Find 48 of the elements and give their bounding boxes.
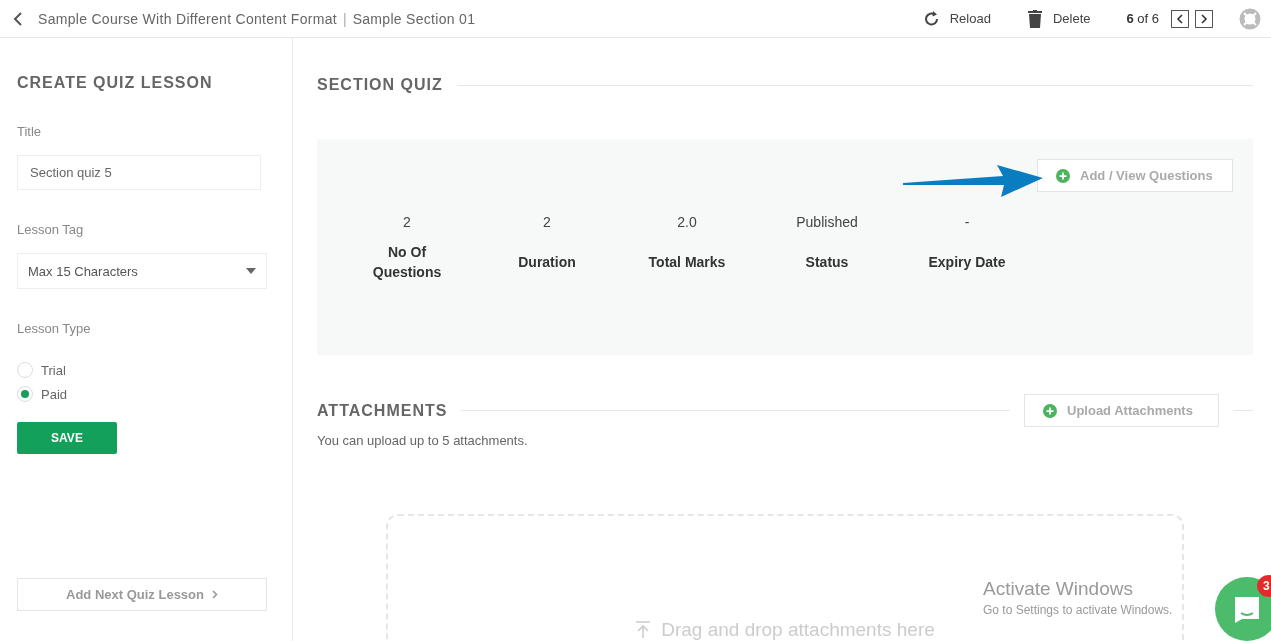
stat-label: Expiry Date bbox=[927, 253, 1007, 272]
radio-label: Paid bbox=[41, 386, 68, 402]
section-heading: ATTACHMENTS bbox=[317, 401, 448, 420]
stat-label: Total Marks bbox=[647, 253, 727, 272]
back-icon[interactable] bbox=[12, 10, 24, 27]
save-button[interactable]: SAVE bbox=[17, 422, 117, 454]
upload-icon bbox=[635, 621, 652, 639]
add-next-lesson-button[interactable]: Add Next Quiz Lesson bbox=[17, 578, 267, 611]
title-label: Title bbox=[17, 124, 42, 139]
radio-label: Trial bbox=[41, 362, 66, 378]
trash-icon bbox=[1026, 9, 1043, 28]
upload-note: You can upload up to 5 attachments. bbox=[317, 433, 529, 448]
stat-value: 2 bbox=[543, 214, 551, 232]
activation-text: Go to Settings to activate Windows. bbox=[983, 603, 1173, 617]
stat-label: No Of Questions bbox=[371, 243, 443, 282]
title-field[interactable]: Section quiz 5 bbox=[17, 155, 261, 190]
section-heading: SECTION QUIZ bbox=[317, 76, 443, 94]
stat-value: 2 bbox=[403, 214, 411, 232]
reload-icon bbox=[923, 9, 940, 28]
activation-title: Activate Windows bbox=[983, 578, 1134, 600]
section-title: Sample Section 01 bbox=[352, 10, 476, 27]
add-view-questions-button[interactable]: Add / View Questions bbox=[1037, 159, 1233, 192]
breadcrumb-separator: | bbox=[343, 10, 347, 27]
form-heading: CREATE QUIZ LESSON bbox=[17, 74, 214, 92]
previous-button[interactable] bbox=[1171, 9, 1189, 28]
next-button[interactable] bbox=[1195, 9, 1213, 28]
chevron-left-icon bbox=[1176, 13, 1184, 24]
stat-label: Status bbox=[804, 253, 850, 272]
course-title: Sample Course With Different Content Format bbox=[38, 10, 337, 27]
chevron-right-icon bbox=[1200, 13, 1208, 24]
delete-button[interactable]: Delete bbox=[1026, 9, 1091, 28]
chat-button[interactable] bbox=[1215, 577, 1271, 641]
stat-label: Duration bbox=[517, 253, 577, 272]
plus-icon bbox=[1056, 168, 1070, 183]
chevron-icon bbox=[212, 590, 218, 599]
upload-attachments-button[interactable]: Upload Attachments bbox=[1024, 394, 1219, 427]
plus-icon bbox=[1043, 403, 1057, 418]
lesson-tag-dropdown[interactable]: Max 15 Characters bbox=[17, 253, 267, 289]
stat-value: 2.0 bbox=[677, 214, 697, 232]
page-counter: 6 of 6 bbox=[1126, 11, 1159, 26]
caret-icon bbox=[246, 268, 256, 274]
notification-badge: 3 bbox=[1257, 575, 1271, 597]
chat-icon bbox=[1232, 594, 1262, 624]
stat-value: - bbox=[964, 214, 970, 232]
lesson-type-label: Lesson Type bbox=[17, 321, 91, 336]
lesson-tag-label: Lesson Tag bbox=[17, 222, 84, 237]
stat-value: Published bbox=[796, 214, 858, 232]
reload-button[interactable]: Reload bbox=[923, 9, 991, 28]
